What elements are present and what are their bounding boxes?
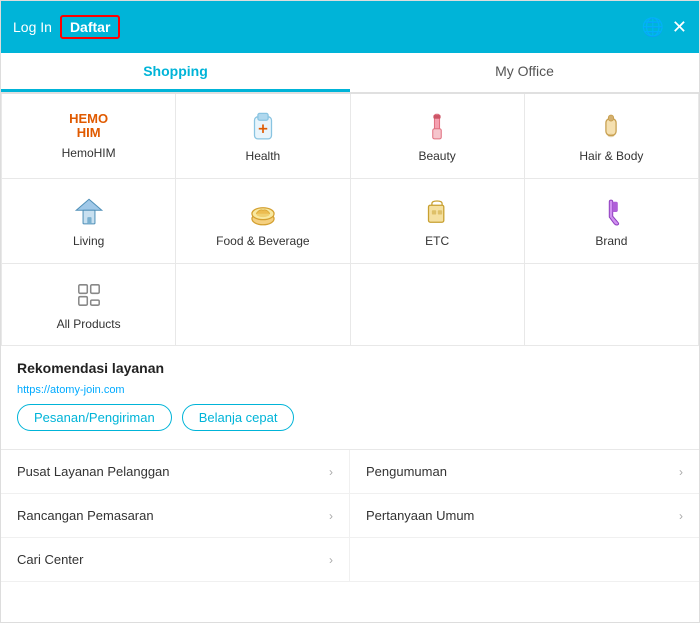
header-icons: 🌐 ✕ bbox=[641, 17, 687, 38]
watermark-url: https://atomy-join.com bbox=[17, 384, 683, 396]
tab-my-office[interactable]: My Office bbox=[350, 53, 699, 92]
recommendation-buttons: Pesanan/Pengiriman Belanja cepat bbox=[17, 404, 683, 431]
category-health-label: Health bbox=[246, 149, 281, 163]
brand-icon bbox=[594, 195, 628, 229]
empty-cell-1 bbox=[176, 264, 350, 346]
hemohim-logo: HEMOHIM bbox=[69, 112, 108, 141]
chevron-icon-pertanyaan: › bbox=[679, 509, 683, 523]
menu-pusat-layanan[interactable]: Pusat Layanan Pelanggan › bbox=[1, 450, 350, 494]
etc-icon bbox=[420, 195, 454, 229]
health-icon bbox=[246, 110, 280, 144]
category-brand-label: Brand bbox=[595, 234, 627, 248]
category-beauty-label: Beauty bbox=[418, 149, 455, 163]
menu-rancangan[interactable]: Rancangan Pemasaran › bbox=[1, 494, 350, 538]
category-etc[interactable]: ETC bbox=[351, 179, 525, 264]
rec-btn-pesanan[interactable]: Pesanan/Pengiriman bbox=[17, 404, 172, 431]
tabs-row: Shopping My Office bbox=[1, 53, 699, 94]
category-grid-row2: Living Food & Beverage ETC bbox=[1, 179, 699, 264]
category-all-products[interactable]: All Products bbox=[2, 264, 176, 346]
living-icon bbox=[72, 195, 106, 229]
menu-empty bbox=[350, 538, 699, 582]
daftar-button[interactable]: Daftar bbox=[60, 15, 120, 39]
recommendation-section: Rekomendasi layanan https://atomy-join.c… bbox=[1, 346, 699, 441]
all-products-label: All Products bbox=[57, 317, 121, 331]
category-brand[interactable]: Brand bbox=[525, 179, 699, 264]
category-hemohim[interactable]: HEMOHIM HemoHIM bbox=[2, 94, 176, 179]
close-icon[interactable]: ✕ bbox=[672, 17, 687, 38]
chevron-icon-rancangan: › bbox=[329, 509, 333, 523]
recommendation-title: Rekomendasi layanan bbox=[17, 360, 683, 376]
menu-rancangan-label: Rancangan Pemasaran bbox=[17, 508, 154, 523]
menu-cari-center[interactable]: Cari Center › bbox=[1, 538, 350, 582]
category-hair-body[interactable]: Hair & Body bbox=[525, 94, 699, 179]
food-beverage-icon bbox=[246, 195, 280, 229]
menu-cari-center-label: Cari Center bbox=[17, 552, 83, 567]
login-button[interactable]: Log In bbox=[13, 19, 52, 35]
menu-pertanyaan[interactable]: Pertanyaan Umum › bbox=[350, 494, 699, 538]
menu-pertanyaan-label: Pertanyaan Umum bbox=[366, 508, 474, 523]
empty-cell-2 bbox=[351, 264, 525, 346]
category-food-beverage[interactable]: Food & Beverage bbox=[176, 179, 350, 264]
beauty-icon bbox=[420, 110, 454, 144]
rec-btn-belanja[interactable]: Belanja cepat bbox=[182, 404, 295, 431]
menu-pusat-layanan-label: Pusat Layanan Pelanggan bbox=[17, 464, 170, 479]
category-etc-label: ETC bbox=[425, 234, 449, 248]
category-hemohim-label: HemoHIM bbox=[62, 146, 116, 160]
category-living[interactable]: Living bbox=[2, 179, 176, 264]
all-products-icon bbox=[72, 278, 106, 312]
category-hair-body-label: Hair & Body bbox=[579, 149, 643, 163]
category-living-label: Living bbox=[73, 234, 104, 248]
hair-body-icon bbox=[594, 110, 628, 144]
tab-shopping[interactable]: Shopping bbox=[1, 53, 350, 92]
menu-pengumuman-label: Pengumuman bbox=[366, 464, 447, 479]
chevron-icon-pusat: › bbox=[329, 465, 333, 479]
category-health[interactable]: Health bbox=[176, 94, 350, 179]
category-grid: HEMOHIM HemoHIM Health Beauty bbox=[1, 94, 699, 179]
header: Log In Daftar 🌐 ✕ bbox=[1, 1, 699, 53]
chevron-icon-pengumuman: › bbox=[679, 465, 683, 479]
menu-grid: Pusat Layanan Pelanggan › Pengumuman › R… bbox=[1, 450, 699, 582]
chevron-icon-cari: › bbox=[329, 553, 333, 567]
menu-pengumuman[interactable]: Pengumuman › bbox=[350, 450, 699, 494]
category-food-beverage-label: Food & Beverage bbox=[216, 234, 309, 248]
empty-cell-3 bbox=[525, 264, 699, 346]
category-grid-bottom: All Products bbox=[1, 264, 699, 346]
globe-icon[interactable]: 🌐 bbox=[641, 17, 663, 38]
category-beauty[interactable]: Beauty bbox=[351, 94, 525, 179]
